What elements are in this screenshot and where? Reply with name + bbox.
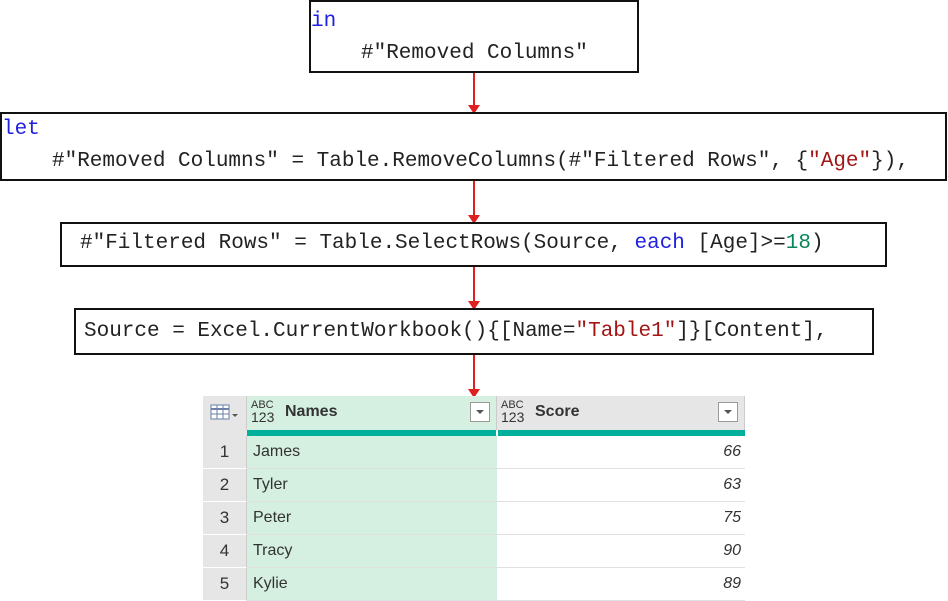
let-step-box: let #"Removed Columns" = Table.RemoveCol… <box>0 112 947 181</box>
arrow-4 <box>468 355 480 398</box>
filtered-rows-box: #"Filtered Rows" = Table.SelectRows(Sour… <box>60 222 887 267</box>
score-cell[interactable]: 66 <box>497 436 745 469</box>
code-text: #"Removed Columns" = Table.RemoveColumns… <box>52 150 809 173</box>
source-line: Source = Excel.CurrentWorkbook(){[Name="… <box>84 320 828 343</box>
code-number: 18 <box>785 232 811 255</box>
code-text: ) <box>810 232 824 255</box>
any-type-icon: ABC 123 <box>501 399 525 425</box>
code-text: [Age]>= <box>684 232 786 255</box>
in-result-line: #"Removed Columns" <box>361 42 588 65</box>
table-row[interactable]: 5 Kylie 89 <box>203 568 745 601</box>
code-text: #"Filtered Rows" = Table.SelectRows(Sour… <box>80 232 635 255</box>
row-number: 1 <box>203 436 247 469</box>
score-cell[interactable]: 75 <box>497 502 745 535</box>
column-header-score[interactable]: ABC 123 Score <box>497 396 745 430</box>
row-number: 5 <box>203 568 247 601</box>
code-string: "Age" <box>808 150 872 173</box>
source-box: Source = Excel.CurrentWorkbook(){[Name="… <box>74 308 874 355</box>
removed-columns-line: #"Removed Columns" = Table.RemoveColumns… <box>52 150 909 173</box>
code-text: Source = Excel.CurrentWorkbook(){[Name= <box>84 320 576 343</box>
table-row[interactable]: 1 James 66 <box>203 436 745 469</box>
code-text: ]}[Content], <box>676 320 828 343</box>
any-type-icon: ABC 123 <box>251 399 275 425</box>
in-keyword: in <box>311 10 337 33</box>
table-menu-button[interactable] <box>203 396 247 430</box>
table-row[interactable]: 2 Tyler 63 <box>203 469 745 502</box>
arrow-2 <box>468 181 480 224</box>
column-header-names[interactable]: ABC 123 Names <box>247 396 497 430</box>
names-cell[interactable]: Tracy <box>247 535 497 568</box>
row-number: 2 <box>203 469 247 502</box>
arrow-1 <box>468 73 480 114</box>
in-step-box: in #"Removed Columns" <box>309 0 639 73</box>
row-number: 4 <box>203 535 247 568</box>
row-number: 3 <box>203 502 247 535</box>
names-cell[interactable]: James <box>247 436 497 469</box>
table-row[interactable]: 3 Peter 75 <box>203 502 745 535</box>
score-cell[interactable]: 90 <box>497 535 745 568</box>
filtered-rows-line: #"Filtered Rows" = Table.SelectRows(Sour… <box>80 232 824 255</box>
filter-dropdown-button[interactable] <box>470 402 490 422</box>
score-cell[interactable]: 89 <box>497 568 745 601</box>
table-icon <box>210 404 238 420</box>
table-row[interactable]: 4 Tracy 90 <box>203 535 745 568</box>
names-cell[interactable]: Kylie <box>247 568 497 601</box>
let-keyword: let <box>2 118 40 141</box>
code-string: "Table1" <box>575 320 677 343</box>
arrow-3 <box>468 267 480 310</box>
score-cell[interactable]: 63 <box>497 469 745 502</box>
column-title: Score <box>535 403 580 420</box>
names-cell[interactable]: Tyler <box>247 469 497 502</box>
result-table: ABC 123 Names ABC 123 Score 1 James 66 2 Tyler… <box>203 396 745 601</box>
code-text: }), <box>871 150 909 173</box>
names-cell[interactable]: Peter <box>247 502 497 535</box>
column-title: Names <box>285 403 338 420</box>
filter-dropdown-button[interactable] <box>718 402 738 422</box>
code-keyword: each <box>634 232 685 255</box>
